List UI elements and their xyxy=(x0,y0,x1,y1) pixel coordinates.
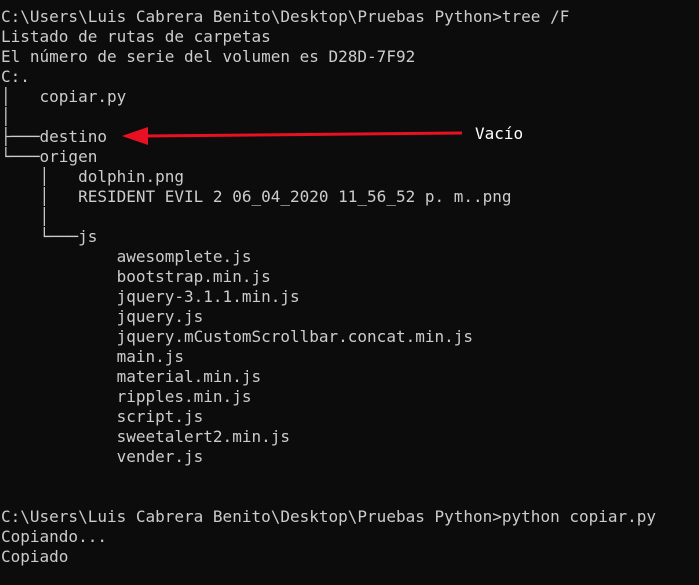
tree-file-awesomplete: awesomplete.js xyxy=(1,247,252,266)
terminal-window[interactable]: C:\Users\Luis Cabrera Benito\Desktop\Pru… xyxy=(0,0,699,585)
tree-file-copiar: │ copiar.py xyxy=(1,87,127,106)
prompt-python-command: C:\Users\Luis Cabrera Benito\Desktop\Pru… xyxy=(1,507,657,526)
tree-folder-js: └───js xyxy=(1,227,98,246)
tree-root: C:. xyxy=(1,67,30,86)
output-line-volume-serial: El número de serie del volumen es D28D-7… xyxy=(1,47,416,66)
tree-file-vender: vender.js xyxy=(1,447,204,466)
tree-file-bootstrap: bootstrap.min.js xyxy=(1,267,271,286)
tree-file-mcustomscrollbar: jquery.mCustomScrollbar.concat.min.js xyxy=(1,327,474,346)
annotation-arrow xyxy=(122,124,492,148)
tree-file-script: script.js xyxy=(1,407,204,426)
annotation-label-empty: Vacío xyxy=(475,124,524,143)
tree-file-ripples: ripples.min.js xyxy=(1,387,252,406)
tree-file-jquery-311: jquery-3.1.1.min.js xyxy=(1,287,300,306)
tree-file-dolphin: │ dolphin.png xyxy=(1,167,185,186)
prompt-tree-command: C:\Users\Luis Cabrera Benito\Desktop\Pru… xyxy=(1,7,570,26)
output-line-copied: Copiado xyxy=(1,547,69,566)
tree-file-sweetalert2: sweetalert2.min.js xyxy=(1,427,290,446)
tree-file-jquery: jquery.js xyxy=(1,307,204,326)
tree-connector: │ xyxy=(1,207,50,226)
tree-file-main: main.js xyxy=(1,347,185,366)
tree-folder-origen: └───origen xyxy=(1,147,98,166)
tree-file-resident-evil: │ RESIDENT EVIL 2 06_04_2020 11_56_52 p.… xyxy=(1,187,512,206)
tree-file-material: material.min.js xyxy=(1,367,262,386)
output-line-folder-listing: Listado de rutas de carpetas xyxy=(1,27,271,46)
output-line-copying: Copiando... xyxy=(1,527,107,546)
left-arrow-icon xyxy=(122,127,463,145)
